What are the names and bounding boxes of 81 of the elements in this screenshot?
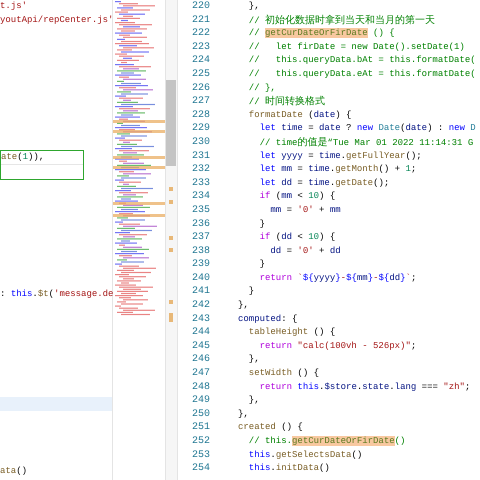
line-number: 250 <box>190 408 210 422</box>
scrollbar-thumb[interactable] <box>166 80 176 166</box>
code-line: : this.$t('message.de <box>0 288 112 302</box>
line-number: 243 <box>190 312 210 326</box>
line-number: 225 <box>190 68 210 82</box>
line-number: 254 <box>190 462 210 476</box>
code-line: created () { <box>238 421 304 434</box>
code-line: mm = '0' + mm <box>269 204 342 217</box>
code-line: // 初始化数据时拿到当天和当月的第一天 <box>248 14 436 28</box>
line-number: 253 <box>190 448 210 462</box>
line-number: 251 <box>190 421 210 435</box>
line-number: 237 <box>190 231 210 245</box>
code-line: return `${yyyy}-${mm}-${dd}`; <box>258 272 418 285</box>
line-number: 245 <box>190 340 210 354</box>
line-number: 247 <box>190 367 210 381</box>
code-line: // getCurDateOrFirDate () { <box>248 27 396 40</box>
line-number: 220 <box>190 0 210 14</box>
code-line: this.getSelectsData() <box>248 448 364 462</box>
overview-ruler-mark <box>169 187 173 191</box>
line-number: 231 <box>190 150 210 164</box>
code-line: this.initData() <box>248 462 331 476</box>
code-line: }, <box>248 353 261 366</box>
line-number: 235 <box>190 204 210 218</box>
code-line: // this.queryData.bAt = this.formatDate( <box>248 54 477 68</box>
code-line: } <box>258 258 266 272</box>
line-number: 230 <box>190 136 210 150</box>
overview-ruler-mark <box>169 200 173 204</box>
line-number: 229 <box>190 122 210 136</box>
code-line: // let firDate = new Date().setDate(1) <box>248 40 466 54</box>
code-line: ate(1)), <box>1 150 46 164</box>
code-line: } <box>248 285 256 298</box>
code-line: youtApi/repCenter.js' <box>0 14 112 27</box>
line-number: 244 <box>190 326 210 340</box>
code-line: return this.$store.state.lang === "zh"; <box>258 380 472 394</box>
line-number: 226 <box>190 82 210 96</box>
code-line: if (dd < 10) { <box>258 231 336 244</box>
line-number: 241 <box>190 285 210 300</box>
line-number: 249 <box>190 394 210 408</box>
line-number: 227 <box>190 95 210 109</box>
code-line: dd = '0' + dd <box>269 244 342 258</box>
code-line: }, <box>238 408 250 421</box>
line-number: 252 <box>190 435 210 449</box>
code-line: ata() <box>0 465 28 478</box>
code-line: // }, <box>248 82 277 95</box>
code-line: let yyyy = time.getFullYear(); <box>258 150 423 163</box>
code-line: // this.queryData.eAt = this.formatDate( <box>248 68 477 81</box>
code-line: let time = date ? new Date(date) : new D <box>258 122 477 136</box>
code-line: // this.getCurDateOrFirDate() <box>248 435 406 448</box>
line-number: 246 <box>190 353 210 368</box>
code-line: return "calc(100vh - 526px)"; <box>258 340 418 353</box>
code-line: setWidth () { <box>248 367 320 380</box>
line-number: 233 <box>190 176 210 190</box>
line-number: 221 <box>190 14 210 28</box>
overview-ruler-mark <box>169 300 173 304</box>
code-line: }, <box>238 299 250 312</box>
code-line: t.js' <box>0 0 28 13</box>
code-line: } <box>258 218 266 230</box>
overview-ruler-mark <box>169 236 173 240</box>
line-number: 239 <box>190 258 210 272</box>
line-number: 240 <box>190 272 210 286</box>
line-number: 236 <box>190 218 210 232</box>
code-line: tableHeight () { <box>248 326 336 340</box>
code-line: let dd = time.getDate(); <box>258 176 390 190</box>
code-line: computed: { <box>238 312 298 326</box>
line-number: 238 <box>190 244 210 258</box>
line-number: 248 <box>190 380 210 394</box>
code-line: if (mm < 10) { <box>258 190 336 204</box>
line-number: 232 <box>190 163 210 177</box>
overview-ruler-mark <box>169 248 173 252</box>
code-line: // time的值是“Tue Mar 01 2022 11:14:31 G <box>258 136 474 150</box>
line-number: 234 <box>190 190 210 204</box>
code-line: }, <box>248 394 261 408</box>
code-line: let mm = time.getMonth() + 1; <box>258 163 418 176</box>
line-number: 222 <box>190 27 210 41</box>
line-number: 242 <box>190 299 210 313</box>
line-number: 224 <box>190 54 210 68</box>
line-number: 223 <box>190 40 210 54</box>
code-line: formatDate (date) { <box>248 108 352 122</box>
code-line: }, <box>248 0 261 13</box>
line-number: 228 <box>190 108 210 122</box>
code-line: // 时间转换格式 <box>248 95 326 109</box>
